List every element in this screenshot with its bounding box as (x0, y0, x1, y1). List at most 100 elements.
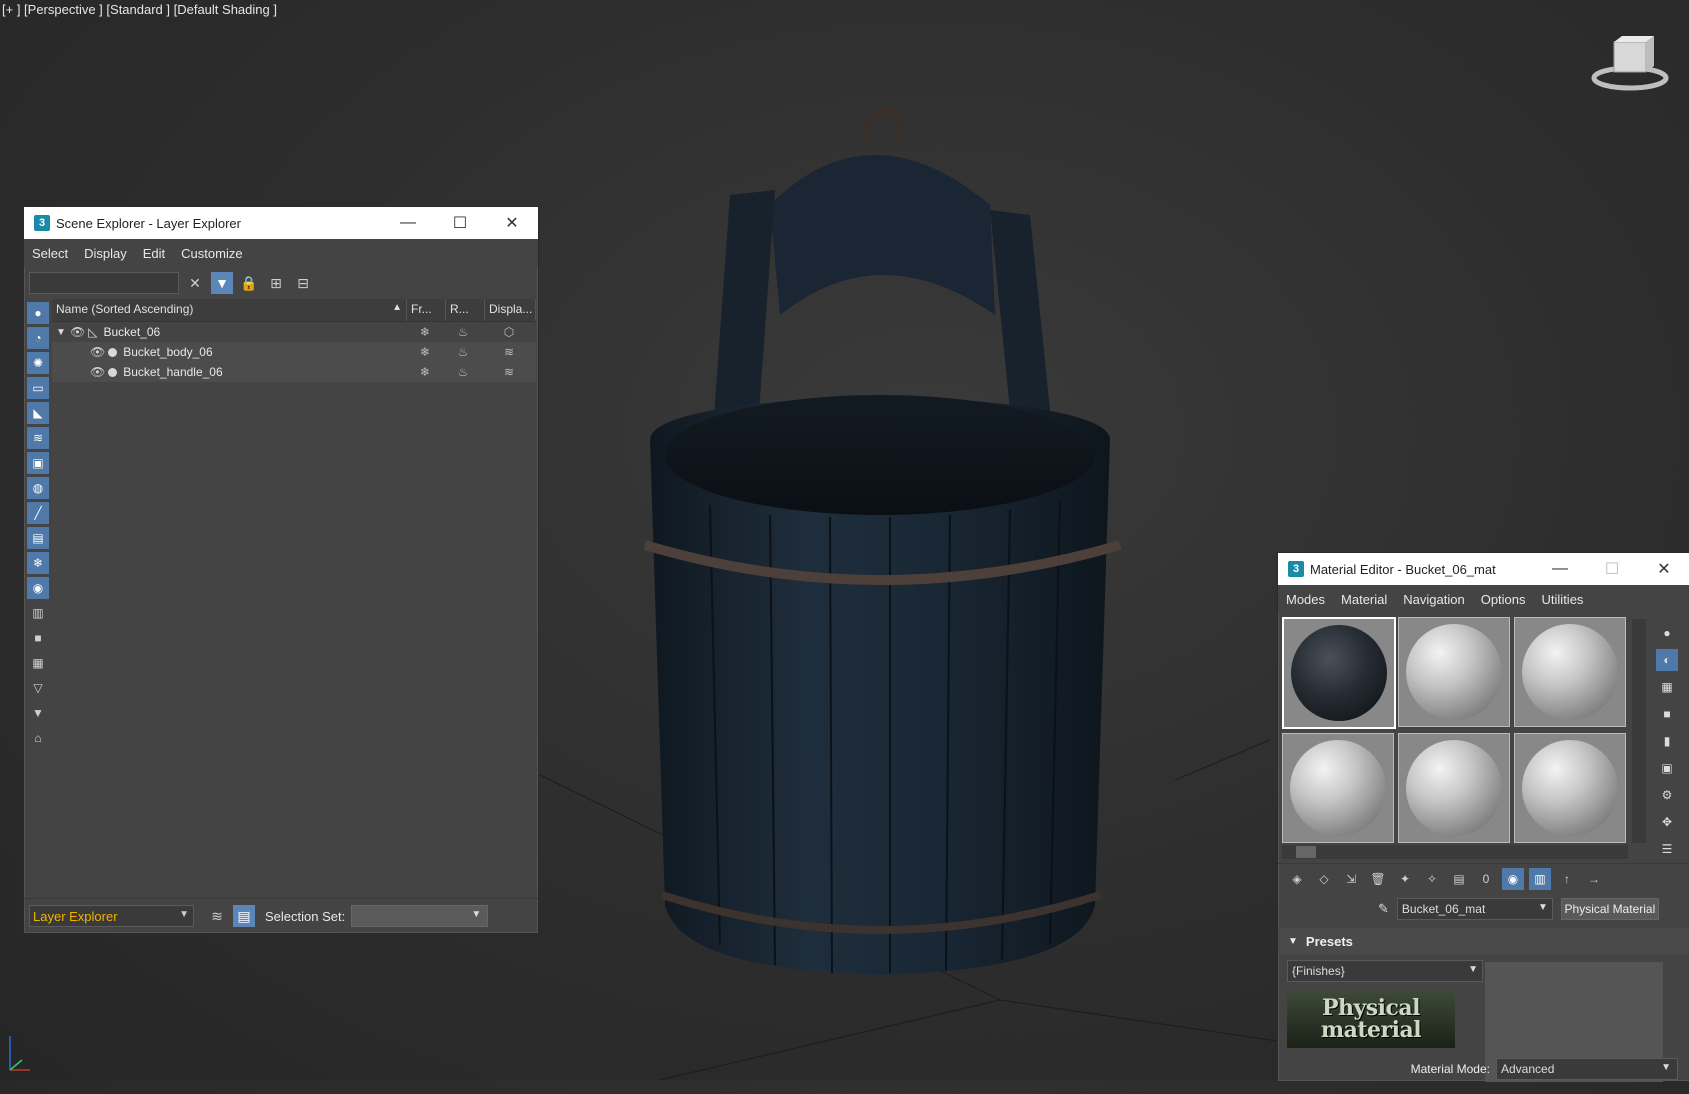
slots-vertical-scrollbar[interactable] (1632, 619, 1646, 843)
save-icon[interactable]: ▤ (1448, 868, 1470, 890)
column-display[interactable]: Displa... (485, 299, 536, 321)
tree-row-layer[interactable]: ▼ 👁 ◺ Bucket_06 ❄ ♨ ⬡ (52, 322, 536, 342)
renderable-teapot-icon[interactable]: ♨ (444, 345, 482, 359)
material-type-button[interactable]: Physical Material (1560, 898, 1659, 920)
invert-display-icon[interactable]: ▦ (27, 652, 49, 674)
column-frozen[interactable]: Fr... (407, 299, 446, 321)
display-all-icon[interactable]: ▥ (27, 602, 49, 624)
display-layers-icon[interactable]: ≋ (482, 345, 536, 359)
frozen-snowflake-icon[interactable]: ❄ (406, 345, 444, 359)
background-checker-icon[interactable]: ▦ (1656, 676, 1678, 698)
menu-navigation[interactable]: Navigation (1395, 592, 1472, 607)
select-by-material-icon[interactable]: ✥ (1656, 811, 1678, 833)
close-icon[interactable]: ✕ (486, 207, 538, 239)
menu-edit[interactable]: Edit (135, 246, 173, 261)
sample-slot[interactable] (1398, 733, 1510, 843)
frozen-filter-icon[interactable]: ❄ (27, 552, 49, 574)
material-editor-titlebar[interactable]: 3 Material Editor - Bucket_06_mat — ☐ ✕ (1278, 553, 1689, 585)
column-render[interactable]: R... (446, 299, 485, 321)
viewport-label[interactable]: [+ ] [Perspective ] [Standard ] [Default… (2, 2, 277, 17)
minimize-icon[interactable]: — (382, 207, 434, 239)
display-box-icon[interactable]: ⬡ (482, 325, 536, 339)
filter-icon[interactable]: ▼ (211, 272, 233, 294)
go-forward-sibling-icon[interactable]: → (1583, 868, 1605, 890)
put-to-library-icon[interactable]: ✧ (1421, 868, 1443, 890)
reset-map-icon[interactable]: 🗑 (1367, 868, 1389, 890)
menu-options[interactable]: Options (1473, 592, 1534, 607)
material-map-navigator-icon[interactable]: ☰ (1656, 838, 1678, 860)
menu-display[interactable]: Display (76, 246, 135, 261)
get-material-icon[interactable]: ◈ (1286, 868, 1308, 890)
backlight-icon[interactable]: ◐ (1656, 649, 1678, 671)
search-input[interactable] (29, 272, 179, 294)
spacewarps-filter-icon[interactable]: ≋ (27, 427, 49, 449)
shapes-filter-icon[interactable]: ◔ (27, 327, 49, 349)
sample-slot[interactable] (1282, 733, 1394, 843)
frozen-snowflake-icon[interactable]: ❄ (406, 365, 444, 379)
menu-utilities[interactable]: Utilities (1534, 592, 1592, 607)
renderable-teapot-icon[interactable]: ♨ (444, 365, 482, 379)
tree-row-object[interactable]: 👁 Bucket_body_06 ❄ ♨ ≋ (52, 342, 536, 362)
material-mode-dropdown[interactable]: Advanced ▼ (1496, 1058, 1678, 1080)
sample-uv-tiling-icon[interactable]: ■ (1656, 703, 1678, 725)
maximize-icon[interactable]: ☐ (434, 207, 486, 239)
layers-toggle-icon[interactable]: ≋ (206, 905, 228, 927)
menu-modes[interactable]: Modes (1278, 592, 1333, 607)
put-to-scene-icon[interactable]: ◇ (1313, 868, 1335, 890)
hidden-filter-icon[interactable]: ◉ (27, 577, 49, 599)
geometry-filter-icon[interactable]: ● (27, 302, 49, 324)
filter-toggle-icon[interactable]: ▽ (27, 677, 49, 699)
groups-filter-icon[interactable]: ▣ (27, 452, 49, 474)
sample-slot[interactable] (1514, 733, 1626, 843)
scene-tree[interactable]: Name (Sorted Ascending) ▲ Fr... R... Disp… (52, 299, 536, 884)
tree-row-object[interactable]: 👁 Bucket_handle_06 ❄ ♨ ≋ (52, 362, 536, 382)
frozen-snowflake-icon[interactable]: ❄ (406, 325, 444, 339)
column-name[interactable]: Name (Sorted Ascending) ▲ (52, 299, 407, 321)
material-name-dropdown[interactable]: Bucket_06_mat ▼ (1396, 898, 1553, 920)
slots-horizontal-scrollbar[interactable] (1282, 845, 1628, 859)
clear-search-icon[interactable]: ✕ (184, 272, 206, 294)
helpers-filter-icon[interactable]: ◣ (27, 402, 49, 424)
sample-slot[interactable] (1398, 617, 1510, 727)
display-none-icon[interactable]: ■ (27, 627, 49, 649)
assign-to-selection-icon[interactable]: ⇲ (1340, 868, 1362, 890)
show-shaded-icon[interactable]: ◉ (1502, 868, 1524, 890)
show-end-result-icon[interactable]: ▥ (1529, 868, 1551, 890)
hierarchy-icon[interactable]: ⊞ (265, 272, 287, 294)
menu-material[interactable]: Material (1333, 592, 1395, 607)
renderable-teapot-icon[interactable]: ♨ (444, 325, 482, 339)
scrollbar-thumb[interactable] (1296, 846, 1316, 858)
material-id-channel-icon[interactable]: 0 (1475, 868, 1497, 890)
visibility-eye-icon[interactable]: 👁 (90, 345, 105, 359)
viewcube[interactable] (1590, 34, 1670, 94)
eyedropper-icon[interactable]: ✎ (1378, 901, 1389, 917)
selection-set-dropdown[interactable]: ▼ (351, 905, 489, 927)
xrefs-filter-icon[interactable]: ◍ (27, 477, 49, 499)
sample-type-sphere-icon[interactable]: ● (1656, 622, 1678, 644)
options-icon[interactable]: ⚙ (1656, 784, 1678, 806)
scene-explorer-window[interactable]: 3 Scene Explorer - Layer Explorer — ☐ ✕ … (23, 206, 539, 934)
go-to-parent-icon[interactable]: ↑ (1556, 868, 1578, 890)
selection-set-icon[interactable]: ⌂ (27, 727, 49, 749)
scene-explorer-titlebar[interactable]: 3 Scene Explorer - Layer Explorer — ☐ ✕ (24, 207, 538, 239)
filter-funnel-icon[interactable]: ▼ (27, 702, 49, 724)
visibility-eye-icon[interactable]: 👁 (70, 325, 85, 339)
sample-slot[interactable] (1514, 617, 1626, 727)
sample-slot-active[interactable] (1282, 617, 1396, 729)
lights-filter-icon[interactable]: ✺ (27, 352, 49, 374)
minimize-icon[interactable]: — (1534, 553, 1586, 585)
make-preview-icon[interactable]: ▣ (1656, 757, 1678, 779)
menu-select[interactable]: Select (24, 246, 76, 261)
bones-filter-icon[interactable]: ╱ (27, 502, 49, 524)
sort-layers-icon[interactable]: ▤ (233, 905, 255, 927)
close-icon[interactable]: ✕ (1638, 553, 1689, 585)
visibility-eye-icon[interactable]: 👁 (90, 365, 105, 379)
display-layers-icon[interactable]: ≋ (482, 365, 536, 379)
cameras-filter-icon[interactable]: ▭ (27, 377, 49, 399)
make-unique-icon[interactable]: ✦ (1394, 868, 1416, 890)
video-color-check-icon[interactable]: ▮ (1656, 730, 1678, 752)
menu-customize[interactable]: Customize (173, 246, 250, 261)
preset-dropdown[interactable]: {Finishes} ▼ (1287, 960, 1483, 982)
presets-rollout-header[interactable]: ▼ Presets (1278, 928, 1689, 954)
lock-icon[interactable]: 🔒 (238, 272, 260, 294)
